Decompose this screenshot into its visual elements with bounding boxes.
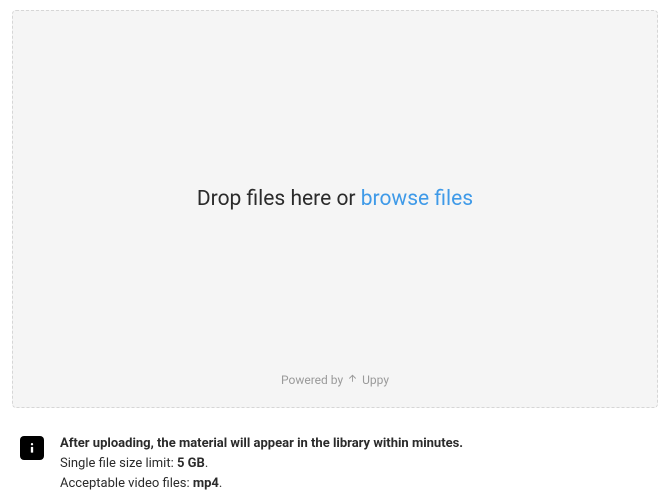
powered-by-name: Uppy (362, 373, 389, 387)
drop-instruction: Drop files here or browse files (197, 187, 473, 211)
info-video-suffix: . (219, 476, 222, 491)
file-dropzone[interactable]: Drop files here or browse files Powered … (12, 10, 658, 408)
info-size-prefix: Single file size limit: (60, 456, 177, 471)
info-icon (20, 436, 44, 460)
powered-by-prefix: Powered by (281, 373, 343, 387)
info-video-prefix: Acceptable video files: (60, 476, 193, 491)
info-block: After uploading, the material will appea… (12, 434, 658, 494)
info-size-limit: 5 GB (177, 456, 205, 471)
powered-by: Powered by Uppy (13, 373, 657, 387)
info-size-suffix: . (205, 456, 208, 471)
browse-files-link[interactable]: browse files (361, 187, 473, 211)
info-video-formats: mp4 (193, 476, 219, 491)
drop-instruction-text: Drop files here or (197, 187, 361, 211)
info-line1: After uploading, the material will appea… (60, 436, 463, 451)
info-text: After uploading, the material will appea… (60, 434, 463, 494)
uppy-icon (347, 373, 358, 387)
